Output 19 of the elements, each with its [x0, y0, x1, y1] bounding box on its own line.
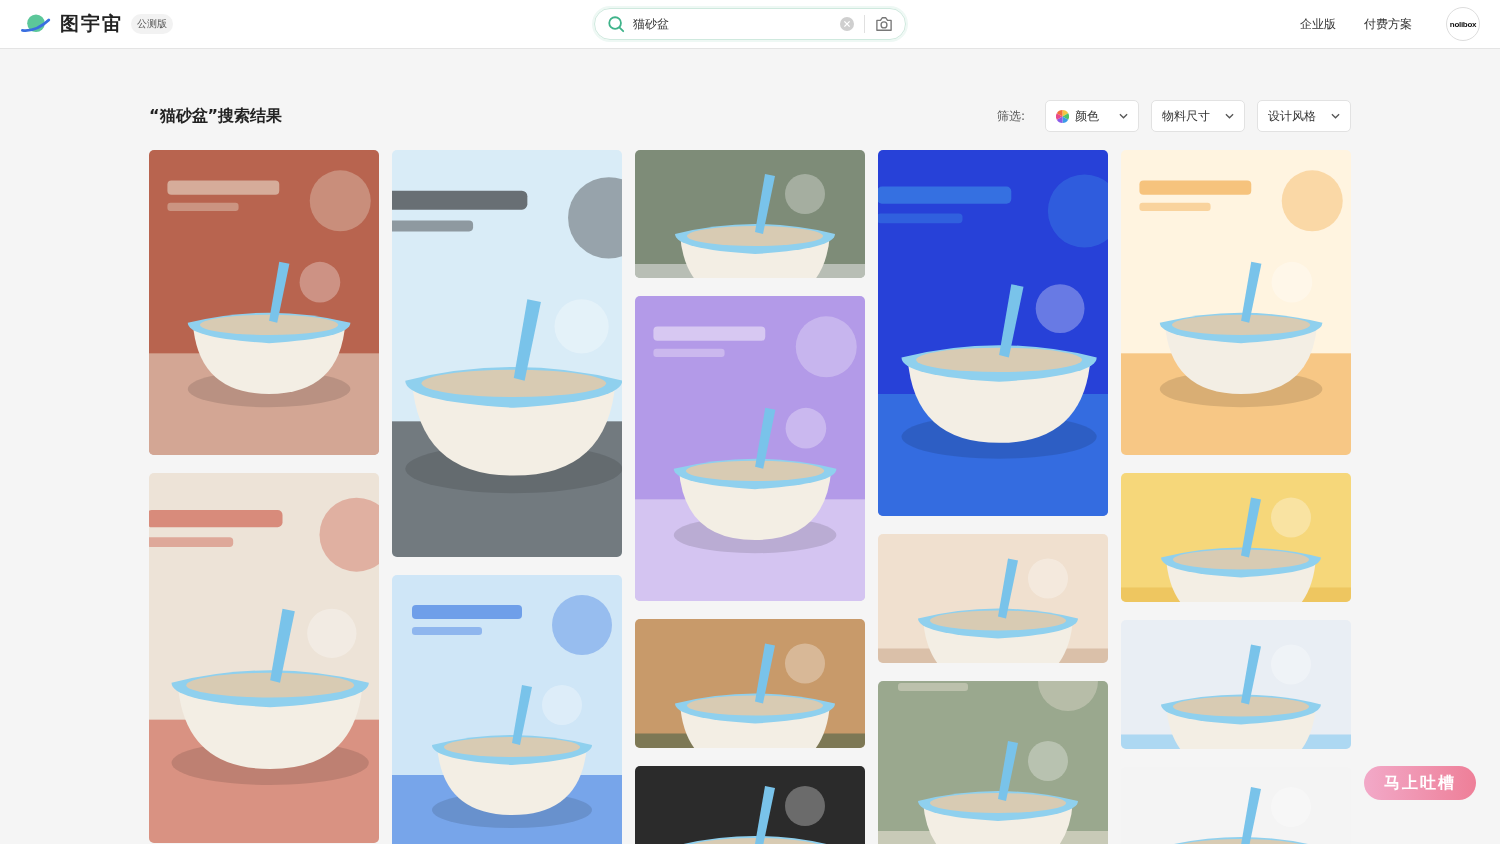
logo-text: 图宇宙 — [60, 11, 123, 36]
search-bar[interactable]: 猫砂盆 — [594, 8, 906, 40]
chevron-down-icon — [1331, 113, 1340, 119]
filter-dropdown[interactable]: 颜色 — [1045, 100, 1139, 132]
search-field[interactable]: 猫砂盆 — [631, 16, 834, 32]
results-title: “猫砂盆”搜索结果 — [149, 105, 283, 127]
camera-icon[interactable] — [875, 16, 893, 32]
chevron-down-icon — [1119, 113, 1128, 119]
nav-link[interactable]: 付费方案 — [1364, 15, 1412, 33]
chevron-down-icon — [1225, 113, 1234, 119]
nav-link[interactable]: 企业版 — [1300, 15, 1336, 33]
filter-dropdown[interactable]: 物料尺寸 — [1151, 100, 1245, 132]
filter-dropdown[interactable]: 设计风格 — [1257, 100, 1351, 132]
beta-badge: 公测版 — [131, 14, 173, 34]
color-wheel-icon — [1056, 109, 1069, 123]
filter-label: 筛选: — [996, 107, 1025, 125]
clear-icon[interactable] — [840, 17, 854, 31]
user-avatar[interactable]: nolibox — [1446, 7, 1480, 41]
search-icon — [607, 15, 625, 33]
